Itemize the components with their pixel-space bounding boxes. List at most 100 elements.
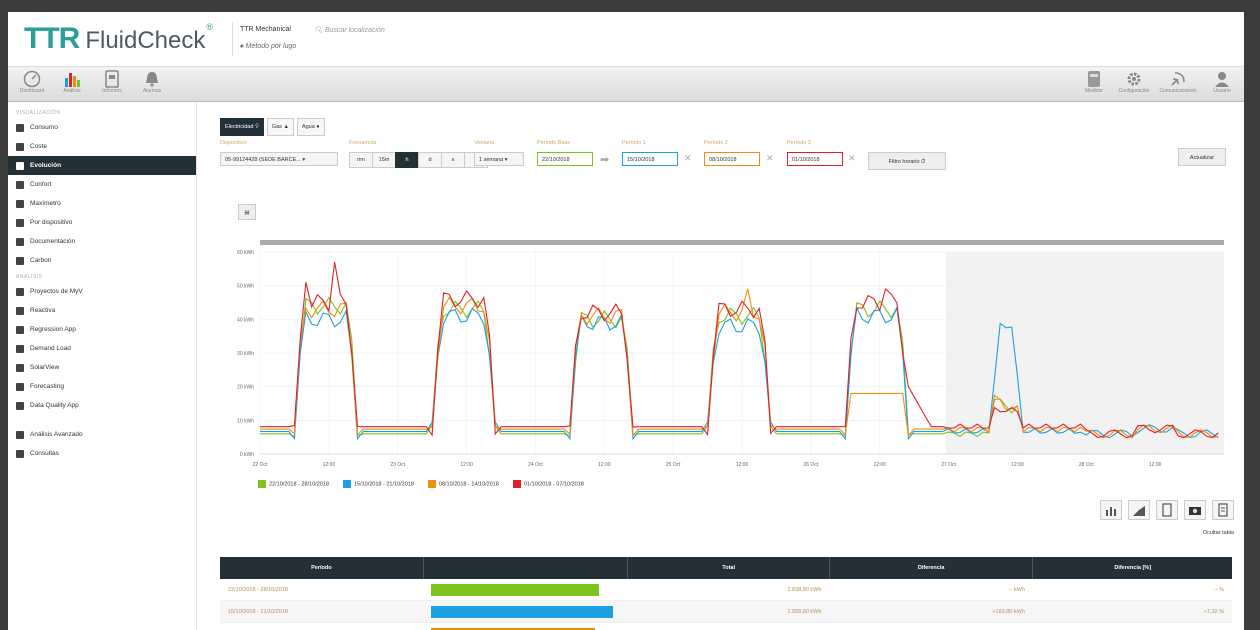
base-date-input[interactable]: 22/10/2018 (537, 152, 593, 166)
gear-icon (1127, 72, 1141, 86)
sidebar-item-icon (16, 123, 24, 132)
toolbar-analisis[interactable]: Análisis (52, 70, 92, 100)
p2-clear-icon[interactable]: ✕ (766, 153, 774, 164)
toolbar: Dashboard Análisis Informes Alarmas Medi… (8, 67, 1244, 102)
sidebar-item-solarview[interactable]: SolarView (8, 358, 196, 377)
sidebar-item-consultas[interactable]: Consultas (8, 444, 196, 463)
sidebar-item-label: Regression App (30, 326, 76, 333)
table-row[interactable]: 22/10/2018 - 28/10/2018 2.838,80 kWh -- kW… (220, 579, 1232, 601)
y-tick-label: 10 kWh (237, 418, 254, 424)
p1-date-input[interactable]: 15/10/2018 (622, 152, 678, 166)
sidebar-item-por-dispositivo[interactable]: Por dispositivo (8, 213, 196, 232)
legend-item[interactable]: 22/10/2018 - 28/10/2018 (258, 480, 329, 488)
actualizar-button[interactable]: Actualizar (1178, 148, 1226, 166)
p3-date-input[interactable]: 01/10/2018 (787, 152, 843, 166)
sidebar-item-carbon[interactable]: Carbon (8, 251, 196, 270)
sidebar-group-analisis: ANÁLISIS (16, 274, 43, 280)
table-row[interactable]: 15/10/2018 - 21/10/2018 2.928,80 kWh +183,… (220, 600, 1232, 623)
tab-agua[interactable]: Agua ● (296, 118, 325, 136)
sidebar-item-icon (16, 256, 24, 265)
tab-gas[interactable]: Gas ▲ (266, 118, 294, 136)
sidebar-item-reactiva[interactable]: Reactiva (8, 301, 196, 320)
p2-date-input[interactable]: 08/10/2018 (704, 152, 760, 166)
chart-settings-button[interactable]: ▤ (238, 204, 256, 220)
toolbar-comunicaciones[interactable]: Comunicaciones (1158, 70, 1198, 100)
header-divider (232, 22, 233, 56)
sidebar-item-icon (16, 237, 24, 246)
toolbar-configuracion[interactable]: Configuración (1114, 70, 1154, 100)
toolbar-informes[interactable]: Informes (92, 70, 132, 100)
filter-clock-icon: ⏱︎ (921, 159, 926, 165)
search-icon: 🔍︎ (314, 27, 325, 34)
p3-clear-icon[interactable]: ✕ (848, 153, 856, 164)
frecuencia-option-d[interactable]: d (418, 152, 442, 168)
filtro-horario-button[interactable]: Filtro horario ⏱︎ (868, 152, 946, 170)
sidebar-item-icon (16, 218, 24, 227)
sidebar-item-demand-load[interactable]: Demand Load (8, 339, 196, 358)
table-row[interactable]: 08/10/2018 - 14/10/2018 2.577,80 kWh-59,8… (220, 622, 1232, 630)
sidebar-item-consumo[interactable]: Consumo (8, 118, 196, 137)
base-date-value: 22/10/2018 (542, 157, 570, 163)
toolbar-usuario[interactable]: Usuario (1202, 70, 1242, 100)
area-chart-button[interactable] (1128, 500, 1150, 520)
dispositivo-value: 05-99124428 (SEDE BARCE... (225, 157, 301, 163)
frecuencia-option-mn[interactable]: mn (349, 152, 373, 168)
ventana-select[interactable]: 1 semana ▾ (474, 152, 524, 166)
p1-clear-icon[interactable]: ✕ (684, 153, 692, 164)
sidebar-item-icon (16, 430, 24, 439)
export-document-button[interactable] (1156, 500, 1178, 520)
sidebar-item-proyectos-de-myv[interactable]: Proyectos de MyV (8, 282, 196, 301)
sidebar-item-regression-app[interactable]: Regression App (8, 320, 196, 339)
sidebar-item-análisis-avanzado[interactable]: Análisis Avanzado (8, 425, 196, 444)
frecuencia-option-s[interactable]: s (441, 152, 465, 168)
x-tick-label: 12:00 (598, 462, 611, 468)
ocultar-tabla-link[interactable]: Ocultar tabla (1203, 530, 1234, 536)
tab-electricidad[interactable]: Electricidad 💡︎ (220, 118, 264, 136)
screenshot-button[interactable] (1184, 500, 1206, 520)
method-link[interactable]: ♠ Método por lugo (240, 43, 296, 50)
sidebar-item-icon (16, 199, 24, 208)
tab-electricidad-label: Electricidad (225, 124, 254, 130)
legend-item[interactable]: 08/10/2018 - 14/10/2018 (427, 480, 499, 488)
row-total: 2.928,80 kWh (627, 600, 830, 623)
legend-item[interactable]: 15/10/2018 - 21/10/2018 (342, 480, 414, 488)
legend-label: 01/10/2018 - 07/10/2018 (523, 481, 584, 488)
logo[interactable]: TTR FluidCheck ® (24, 22, 213, 56)
dispositivo-select[interactable]: 05-99124428 (SEDE BARCE... ▾ (220, 152, 338, 166)
toolbar-comunicaciones-label: Comunicaciones (1159, 88, 1197, 94)
sidebar-item-icon (16, 306, 24, 315)
bar-chart-button[interactable] (1100, 500, 1122, 520)
filtro-horario-label: Filtro horario (888, 159, 920, 165)
sidebar-item-icon (16, 401, 24, 410)
p1-date-value: 15/10/2018 (627, 157, 655, 163)
row-bar (431, 605, 614, 618)
tab-agua-label: Agua (301, 124, 315, 130)
sidebar-item-data-quality-app[interactable]: Data Quality App (8, 396, 196, 415)
x-tick-label: 12:00 (736, 462, 749, 468)
logo-main: TTR (24, 22, 80, 55)
sidebar-item-evolución[interactable]: Evolución (8, 156, 196, 175)
sidebar-item-label: Consumo (30, 124, 58, 131)
toolbar-medidor[interactable]: Medidor (1074, 70, 1114, 100)
area-chart-icon (1133, 506, 1145, 516)
sidebar-item-coste[interactable]: Coste (8, 137, 196, 156)
frecuencia-option-15m[interactable]: 15m (372, 152, 396, 168)
frecuencia-option-h[interactable]: h (395, 152, 419, 168)
ventana-label: Ventana (474, 140, 495, 146)
export-table-button[interactable] (1212, 500, 1234, 520)
evolution-chart[interactable]: 0 kWh 10 kWh 20 kWh 30 kWh 40 kWh 50 kWh 60 kW… (220, 240, 1230, 490)
sidebar-item-forecasting[interactable]: Forecasting (8, 377, 196, 396)
sidebar-list-analisis: Proyectos de MyV Reactiva Regression App De… (8, 282, 196, 415)
legend-item[interactable]: 01/10/2018 - 07/10/2018 (512, 480, 584, 488)
site-name[interactable]: TTR Mechanical (240, 26, 291, 33)
search-location[interactable]: 🔍︎ Buscar localización (314, 26, 385, 34)
header: TTR FluidCheck ® TTR Mechanical 🔍︎ Busca… (8, 12, 1244, 67)
sidebar-item-icon (16, 180, 24, 189)
legend-swatch (512, 480, 521, 488)
toolbar-dashboard[interactable]: Dashboard (12, 70, 52, 100)
sidebar-item-confort[interactable]: Confort (8, 175, 196, 194)
toolbar-alarmas[interactable]: Alarmas (132, 70, 172, 100)
sidebar-item-maxímetro[interactable]: Maxímetro (8, 194, 196, 213)
sidebar-item-documentación[interactable]: Documentación (8, 232, 196, 251)
row-diff-pct: -2,24 % (1032, 622, 1232, 630)
